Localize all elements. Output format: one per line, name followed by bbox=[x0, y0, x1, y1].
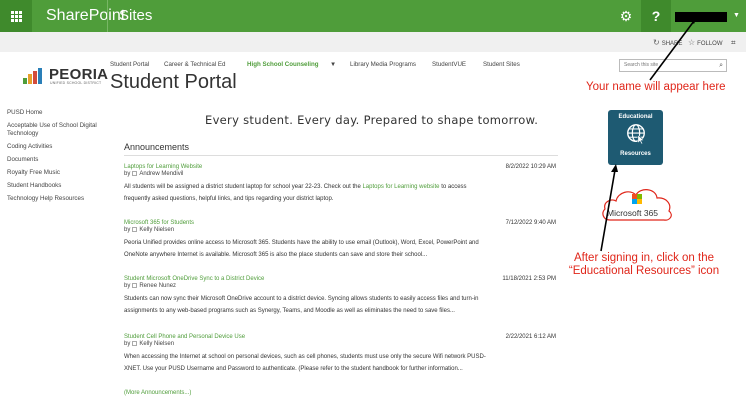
announcement-date: 8/2/2022 10:29 AM bbox=[505, 164, 556, 170]
leftnav-coding-activities[interactable]: Coding Activities bbox=[7, 143, 107, 151]
laptops-for-learning-link[interactable]: Laptops for Learning website bbox=[362, 184, 439, 190]
logo-subtitle: UNIFIED SCHOOL DISTRICT bbox=[50, 81, 102, 85]
topnav-studentvue[interactable]: StudentVUE bbox=[432, 61, 466, 68]
announcement-body: All students will be assigned a district… bbox=[124, 184, 467, 203]
announcement-item: Student Microsoft OneDrive Sync to a Dis… bbox=[124, 276, 556, 317]
announcement-author: by Kelly Nielsen bbox=[124, 227, 175, 234]
announcement-author: by Renee Nunez bbox=[124, 283, 177, 290]
announcement-date: 7/12/2022 9:40 AM bbox=[505, 220, 556, 226]
help-button[interactable]: ? bbox=[641, 0, 671, 32]
logo-mark-icon bbox=[23, 68, 47, 84]
leftnav-student-handbooks[interactable]: Student Handbooks bbox=[7, 182, 107, 190]
announcement-date: 2/22/2021 6:12 AM bbox=[505, 334, 556, 340]
more-announcements-link[interactable]: (More Announcements...) bbox=[124, 390, 191, 396]
suite-sites-link[interactable]: Sites bbox=[119, 0, 152, 32]
gear-icon: ⚙ bbox=[619, 8, 633, 24]
search-placeholder: Search this site bbox=[624, 62, 659, 68]
microsoft-365-label[interactable]: Microsoft 365 bbox=[607, 208, 658, 218]
resources-annotation: After signing in, click on the “Educatio… bbox=[568, 252, 720, 277]
announcements-divider bbox=[124, 155, 558, 156]
presence-icon bbox=[132, 283, 138, 288]
presence-icon bbox=[132, 227, 138, 232]
announcement-body: When accessing the Internet at school on… bbox=[124, 354, 486, 373]
announcement-title[interactable]: Student Cell Phone and Personal Device U… bbox=[124, 334, 556, 340]
share-icon: ↻ bbox=[653, 38, 660, 47]
tile-label-top: Educational bbox=[618, 114, 653, 120]
arrowhead-icon bbox=[611, 164, 618, 172]
microsoft-logo-icon bbox=[632, 194, 642, 204]
announcement-title[interactable]: Laptops for Learning Website bbox=[124, 164, 556, 170]
district-tagline: Every student. Every day. Prepared to sh… bbox=[205, 113, 539, 127]
search-icon[interactable]: ⌕ bbox=[719, 60, 723, 71]
action-bar: ↻ SHARE ☆ FOLLOW ⌗ bbox=[0, 32, 746, 52]
share-button[interactable]: ↻ SHARE bbox=[653, 38, 682, 47]
user-name-annotation: Your name will appear here bbox=[586, 81, 726, 93]
leftnav-royalty-free-music[interactable]: Royalty Free Music bbox=[7, 169, 107, 177]
topnav-library-media-programs[interactable]: Library Media Programs bbox=[350, 61, 416, 68]
leftnav-acceptable-use[interactable]: Acceptable Use of School Digital Technol… bbox=[7, 122, 107, 138]
announcements-heading[interactable]: Announcements bbox=[124, 142, 189, 152]
tile-label-bottom: Resources bbox=[620, 151, 651, 157]
announcement-body: Students can now sync their Microsoft On… bbox=[124, 296, 479, 315]
leftnav-pusd-home[interactable]: PUSD Home bbox=[7, 109, 107, 117]
announcement-title[interactable]: Microsoft 365 for Students bbox=[124, 220, 556, 226]
leftnav-documents[interactable]: Documents bbox=[7, 156, 107, 164]
suite-app-name[interactable]: SharePoint bbox=[46, 0, 125, 32]
presence-icon bbox=[132, 341, 138, 346]
search-input[interactable]: Search this site ⌕ bbox=[619, 59, 727, 72]
announcement-author: by Andrew Mendivil bbox=[124, 171, 184, 178]
announcement-date: 11/18/2021 2:53 PM bbox=[502, 276, 556, 282]
settings-button[interactable]: ⚙ bbox=[611, 0, 641, 32]
chevron-down-icon[interactable]: ▼ bbox=[330, 61, 336, 68]
user-name-redacted[interactable] bbox=[675, 12, 727, 22]
suite-divider bbox=[107, 0, 108, 32]
suite-bar: SharePoint Sites ⚙ ? ▼ bbox=[0, 0, 746, 32]
globe-cursor-icon bbox=[626, 124, 645, 145]
topnav-student-portal[interactable]: Student Portal bbox=[110, 61, 149, 68]
topnav-student-sites[interactable]: Student Sites bbox=[483, 61, 520, 68]
announcement-body: Peoria Unified provides online access to… bbox=[124, 240, 479, 259]
left-navigation: PUSD Home Acceptable Use of School Digit… bbox=[7, 109, 107, 208]
topnav-career-technical-ed[interactable]: Career & Technical Ed bbox=[164, 61, 225, 68]
follow-button[interactable]: ☆ FOLLOW bbox=[688, 38, 723, 47]
page: SharePoint Sites ⚙ ? ▼ ↻ SHARE ☆ FOLLOW ⌗ … bbox=[0, 0, 746, 405]
star-icon: ☆ bbox=[688, 38, 696, 47]
educational-resources-tile[interactable]: Educational Resources bbox=[608, 110, 663, 165]
app-launcher-button[interactable] bbox=[0, 0, 32, 32]
site-title[interactable]: Student Portal bbox=[110, 71, 237, 94]
waffle-icon bbox=[10, 10, 22, 22]
announcement-author: by Kelly Nielsen bbox=[124, 341, 175, 348]
topnav-high-school-counseling[interactable]: High School Counseling bbox=[247, 61, 319, 68]
announcement-title[interactable]: Student Microsoft OneDrive Sync to a Dis… bbox=[124, 276, 556, 282]
chevron-down-icon[interactable]: ▼ bbox=[733, 0, 740, 32]
announcement-item: Student Cell Phone and Personal Device U… bbox=[124, 334, 556, 375]
announcement-item: Microsoft 365 for Students 7/12/2022 9:4… bbox=[124, 220, 556, 261]
presence-icon bbox=[132, 171, 138, 176]
leftnav-technology-help[interactable]: Technology Help Resources bbox=[7, 195, 107, 203]
focus-content-icon[interactable]: ⌗ bbox=[731, 38, 736, 48]
announcement-item: Laptops for Learning Website 8/2/2022 10… bbox=[124, 164, 556, 205]
